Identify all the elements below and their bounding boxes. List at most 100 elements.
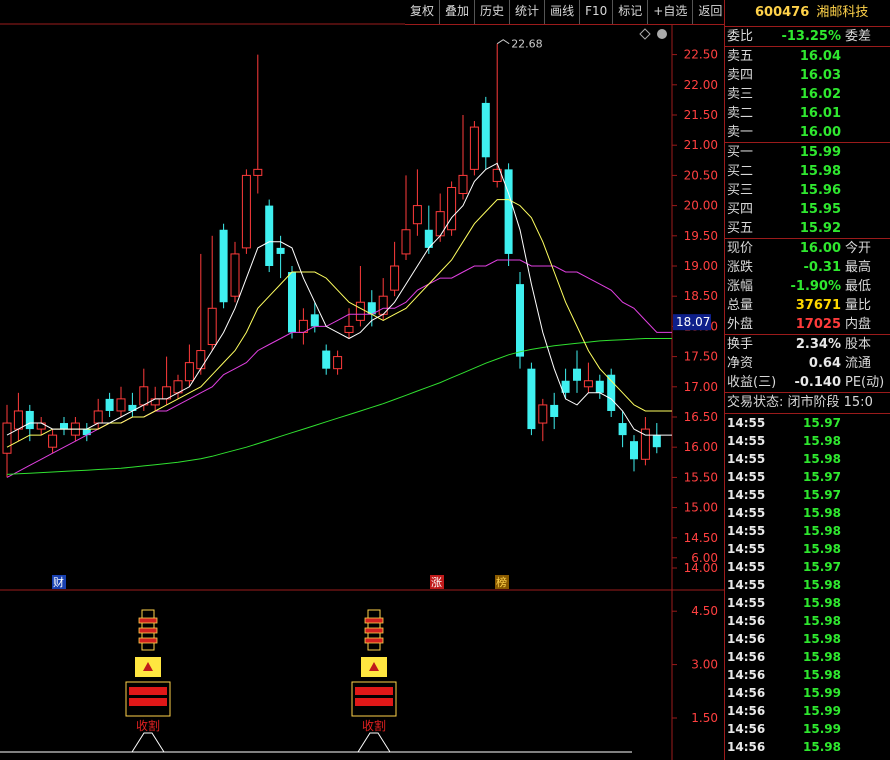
stat-row-value: -0.31: [803, 260, 841, 275]
tick-price: 15.99: [803, 722, 841, 736]
price-tick-label: 20.50: [684, 168, 718, 182]
add-watchlist-button[interactable]: +自选: [647, 0, 692, 24]
signal-box-bar: [355, 687, 393, 695]
marker-zhang: 涨: [431, 576, 442, 589]
tick-time: 14:56: [727, 686, 766, 700]
stat-row-label: 净资: [727, 356, 754, 371]
price-tick-label: 15.50: [684, 470, 718, 484]
candle-body: [13, 410, 23, 430]
stat-row-suffix: 流通: [845, 356, 872, 371]
tick-row: 14:55 15.97: [725, 468, 890, 486]
candle-body: [207, 307, 217, 346]
tick-row: 14:55 15.98: [725, 450, 890, 468]
overlay-button[interactable]: 叠加: [439, 0, 474, 24]
bid-row: 买一 15.99: [725, 143, 890, 162]
tick-price: 15.98: [803, 650, 841, 664]
restore-rights-button[interactable]: 复权: [405, 0, 439, 24]
bid-book: 买一 15.99 买二 15.98 买三 15.96 买四 15.95 买五 15.92: [725, 142, 890, 238]
quote-panel: 600476 湘邮科技 委比 -13.25% 委差 卖五 16.04 卖四 16.03…: [724, 0, 890, 760]
bid-row-label: 买二: [727, 164, 754, 179]
price-tick-label: 21.00: [684, 138, 718, 152]
ask-row-value: 16.03: [799, 68, 841, 83]
mark-button[interactable]: 标记: [612, 0, 647, 24]
history-button[interactable]: 历史: [474, 0, 509, 24]
candle-body: [355, 301, 365, 321]
ask-row-value: 16.04: [799, 49, 841, 64]
indicator-tick-label: 4.50: [691, 604, 718, 618]
price-tick-label: 16.00: [684, 440, 718, 454]
tick-list[interactable]: 14:55 15.97 14:55 15.98 14:55 15.98 14:55 15.97…: [725, 413, 890, 756]
stat-row-value: -0.140: [794, 375, 841, 390]
tick-time: 14:55: [727, 488, 766, 502]
tick-time: 14:55: [727, 470, 766, 484]
tick-price: 15.98: [803, 542, 841, 556]
stat-row-label: 现价: [727, 241, 754, 256]
bid-row-label: 买五: [727, 221, 754, 236]
tick-price: 15.97: [803, 416, 841, 430]
ask-row-label: 卖一: [727, 125, 754, 140]
stat-row: 收益(三) -0.140 PE(动): [725, 373, 890, 392]
candle-body: [344, 325, 354, 333]
tick-row: 14:56 15.98: [725, 738, 890, 756]
stat-row: 净资 0.64 流通: [725, 354, 890, 373]
tick-price: 15.98: [803, 434, 841, 448]
tick-time: 14:56: [727, 740, 766, 754]
signal-spike: [131, 732, 165, 753]
tick-row: 14:56 15.98: [725, 648, 890, 666]
bid-row-value: 15.99: [799, 145, 841, 160]
peak-label: 22.68: [511, 38, 543, 51]
tick-row: 14:55 15.98: [725, 540, 890, 558]
tick-row: 14:55 15.97: [725, 414, 890, 432]
ask-row-label: 卖五: [727, 49, 754, 64]
statistics-button[interactable]: 统计: [509, 0, 544, 24]
price-tick-label: 19.00: [684, 259, 718, 273]
stock-name: 湘邮科技: [816, 5, 869, 20]
candle-body: [481, 102, 490, 158]
candle-body: [253, 168, 263, 176]
draw-line-button[interactable]: 画线: [544, 0, 579, 24]
indicator-tick-label: 3.00: [691, 658, 718, 672]
tick-time: 14:55: [727, 524, 766, 538]
stat-row-suffix: 股本: [845, 337, 872, 352]
candle-body: [652, 435, 661, 448]
back-button[interactable]: 返回: [692, 0, 727, 24]
fundamental-stats: 换手 2.34% 股本净资 0.64 流通 收益(三) -0.140 PE(动): [725, 334, 890, 392]
tick-time: 14:56: [727, 614, 766, 628]
stat-row-label: 外盘: [727, 317, 754, 332]
stat-row: 总量 37671 量比: [725, 296, 890, 315]
tick-time: 14:55: [727, 416, 766, 430]
ask-row-value: 16.01: [799, 106, 841, 121]
stat-row-value: -1.90%: [790, 279, 842, 294]
tick-price: 15.97: [803, 560, 841, 574]
kline-chart[interactable]: 22.50 22.00 21.50 21.00 20.50 20.00 19.50 19.00…: [0, 0, 724, 760]
candle-body: [48, 434, 58, 448]
diamond-icon: [639, 28, 651, 40]
tick-time: 14:56: [727, 650, 766, 664]
candle-body: [105, 398, 114, 411]
stat-row-label: 换手: [727, 337, 754, 352]
signal-spike: [357, 732, 391, 753]
f10-button[interactable]: F10: [579, 0, 612, 24]
toolbar: 复权 叠加 历史 统计 画线 F10 标记 +自选 返回: [405, 0, 728, 25]
candle-body: [93, 410, 103, 424]
price-tick-label: 22.50: [684, 48, 718, 62]
tick-row: 14:56 15.98: [725, 630, 890, 648]
candle-body: [288, 272, 296, 333]
tick-row: 14:55 15.98: [725, 576, 890, 594]
tick-price: 15.98: [803, 668, 841, 682]
tick-price: 15.97: [803, 488, 841, 502]
signal-box-bar: [129, 687, 167, 695]
bid-row: 买五 15.92: [725, 219, 890, 238]
tick-row: 14:55 15.97: [725, 558, 890, 576]
bid-row-label: 买三: [727, 183, 754, 198]
stat-row: 涨跌 -0.31 最高: [725, 258, 890, 277]
stat-row-suffix: 内盘: [845, 317, 872, 332]
stat-row-suffix: 量比: [845, 298, 872, 313]
candle-body: [241, 174, 251, 249]
tick-time: 14:56: [727, 722, 766, 736]
candle-body: [469, 126, 479, 170]
tick-price: 15.97: [803, 470, 841, 484]
bid-row-value: 15.98: [799, 164, 841, 179]
stat-row-value: 2.34%: [795, 337, 841, 352]
bid-row: 买四 15.95: [725, 200, 890, 219]
